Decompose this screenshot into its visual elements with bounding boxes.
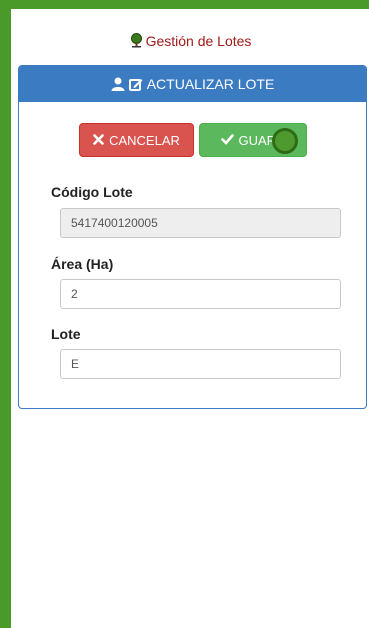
- cancel-button[interactable]: CANCELAR: [79, 123, 194, 157]
- lote-label: Lote: [51, 326, 81, 342]
- user-icon: [111, 77, 125, 91]
- page-title: Gestión de Lotes: [11, 33, 369, 51]
- frame-left-border: [0, 0, 11, 628]
- lote-field[interactable]: E: [60, 349, 341, 379]
- close-icon: [93, 133, 104, 148]
- card-header: ACTUALIZAR LOTE: [19, 66, 366, 102]
- codigo-lote-label: Código Lote: [51, 184, 133, 200]
- lote-value: E: [71, 357, 80, 371]
- area-field[interactable]: 2: [60, 279, 341, 309]
- page-title-text: Gestión de Lotes: [145, 33, 252, 49]
- touch-cursor-indicator: [272, 128, 298, 154]
- codigo-lote-value: 5417400120005: [71, 216, 158, 230]
- frame-top-border: [11, 0, 369, 9]
- edit-icon: [128, 77, 143, 91]
- card-title: ACTUALIZAR LOTE: [146, 76, 275, 92]
- tree-icon: [129, 33, 144, 51]
- codigo-lote-field: 5417400120005: [60, 208, 341, 238]
- check-icon: [220, 133, 234, 148]
- area-value: 2: [71, 287, 78, 301]
- cancel-button-label: CANCELAR: [109, 132, 180, 148]
- area-label: Área (Ha): [51, 256, 114, 272]
